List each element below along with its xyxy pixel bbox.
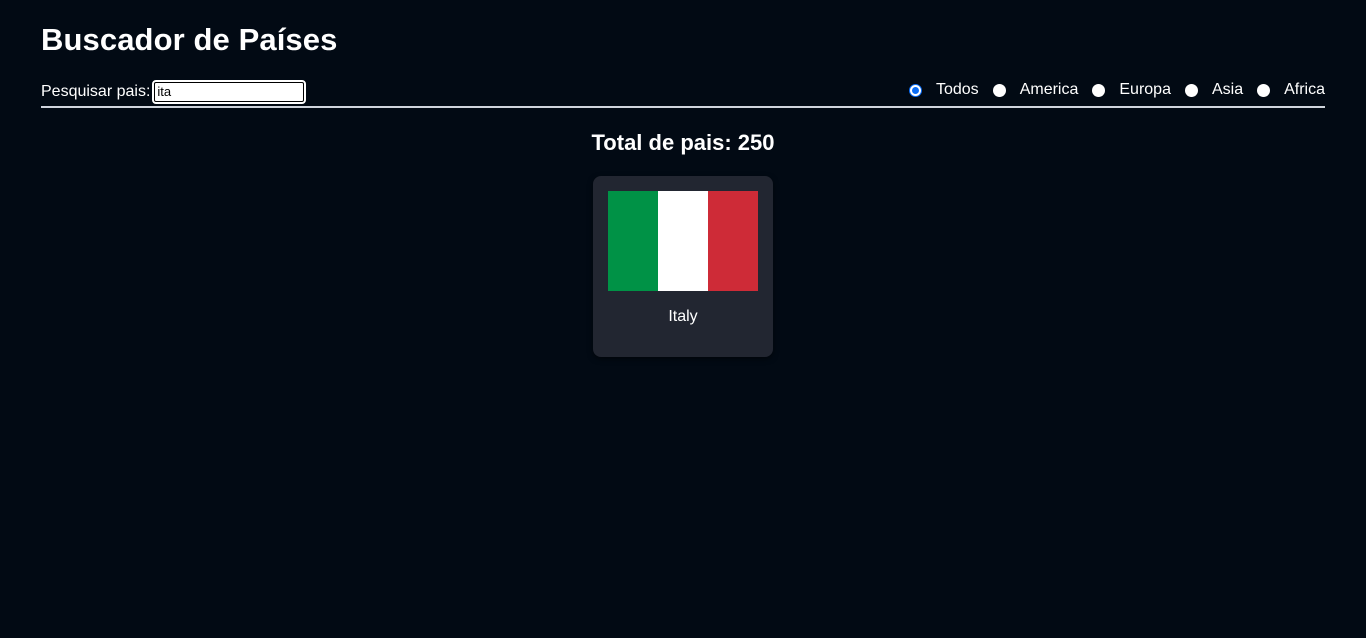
search-label: Pesquisar pais: xyxy=(41,83,151,100)
radio-europa[interactable] xyxy=(1092,83,1106,97)
radio-america[interactable] xyxy=(992,83,1006,97)
page: Buscador de Países Pesquisar pais: Todos… xyxy=(0,0,1366,638)
radio-africa[interactable] xyxy=(1257,83,1271,97)
flag-stripe-red xyxy=(708,191,758,291)
flag-stripe-green xyxy=(608,191,658,291)
italy-flag-icon xyxy=(608,191,758,291)
page-title: Buscador de Países xyxy=(41,22,338,57)
filter-option-todos[interactable]: Todos xyxy=(908,81,979,99)
radio-todos[interactable] xyxy=(908,83,922,97)
filter-option-america[interactable]: America xyxy=(992,81,1079,99)
search-group: Pesquisar pais: xyxy=(41,80,307,104)
country-name: Italy xyxy=(668,308,698,325)
filter-option-africa[interactable]: Africa xyxy=(1257,81,1325,99)
total-count: Total de pais: 250 xyxy=(591,130,775,155)
filter-label-todos: Todos xyxy=(935,81,979,98)
filter-option-europa[interactable]: Europa xyxy=(1092,81,1171,99)
filter-label-asia: Asia xyxy=(1211,81,1244,98)
country-card[interactable]: Italy xyxy=(593,176,773,357)
toolbar: Pesquisar pais: Todos America Europa Asi… xyxy=(41,80,1325,106)
region-filter: Todos America Europa Asia Africa xyxy=(908,80,1325,100)
filter-label-america: America xyxy=(1019,81,1079,98)
filter-label-africa: Africa xyxy=(1284,81,1325,98)
filter-option-asia[interactable]: Asia xyxy=(1184,81,1244,99)
radio-asia[interactable] xyxy=(1184,83,1198,97)
divider xyxy=(41,106,1325,108)
results-grid: Italy xyxy=(41,176,1325,357)
flag-stripe-white xyxy=(658,191,708,291)
search-input[interactable] xyxy=(152,80,307,104)
filter-label-europa: Europa xyxy=(1119,81,1171,98)
